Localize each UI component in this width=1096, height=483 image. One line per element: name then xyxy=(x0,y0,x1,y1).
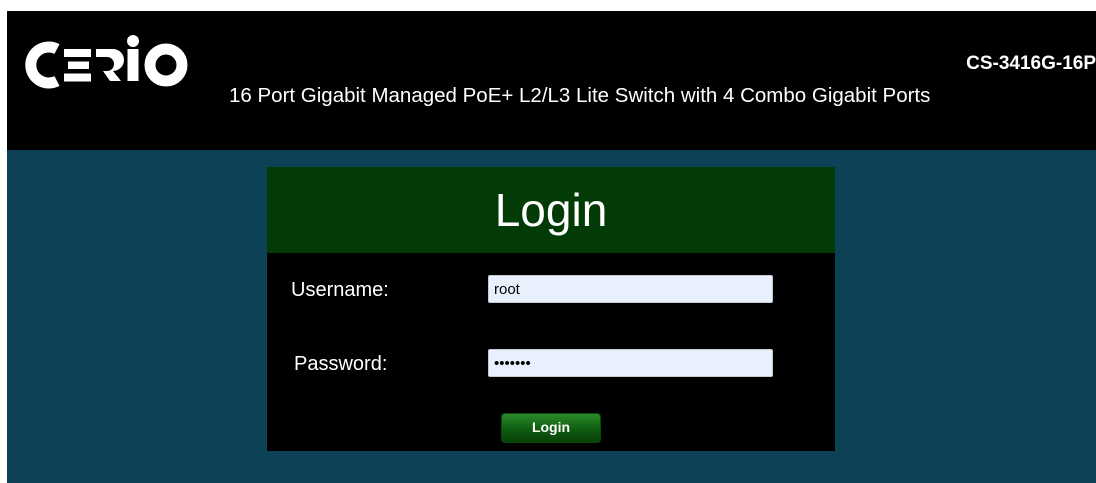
model-number: CS-3416G-16P xyxy=(966,53,1096,74)
content-area: Login Username: Password: Login xyxy=(7,150,1096,483)
cerio-logo xyxy=(25,35,188,89)
username-input[interactable] xyxy=(488,275,773,303)
login-panel: Login Username: Password: Login xyxy=(267,167,835,451)
product-description: 16 Port Gigabit Managed PoE+ L2/L3 Lite … xyxy=(229,84,931,107)
login-title: Login xyxy=(267,167,835,253)
login-button[interactable]: Login xyxy=(501,413,601,443)
page-frame: CS-3416G-16P 16 Port Gigabit Managed PoE… xyxy=(7,11,1096,483)
header-bar: CS-3416G-16P 16 Port Gigabit Managed PoE… xyxy=(7,11,1096,150)
password-label: Password: xyxy=(294,353,388,375)
username-label: Username: xyxy=(291,279,389,301)
password-input[interactable] xyxy=(488,349,773,377)
